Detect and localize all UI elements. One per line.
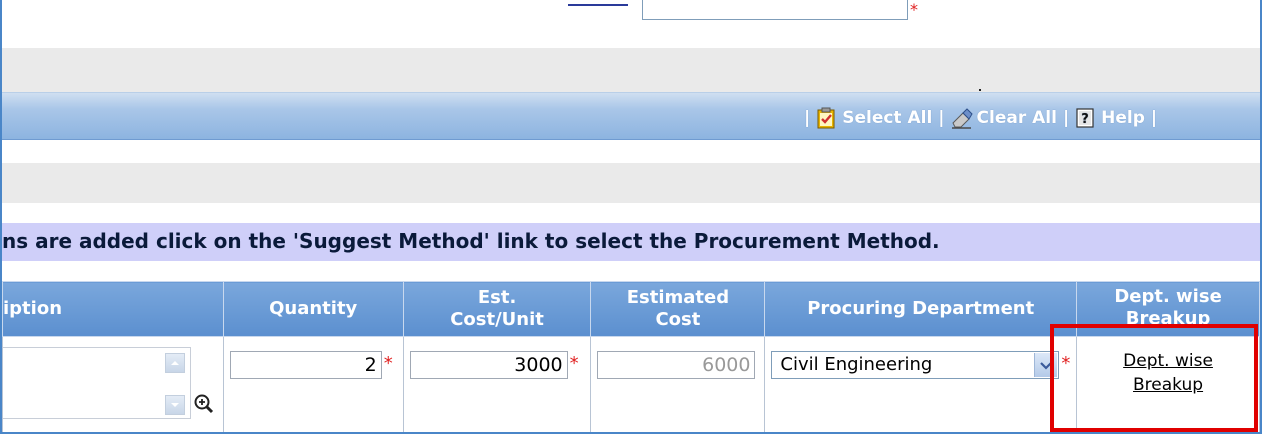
col-header-estimated-cost: Estimated Cost <box>590 281 766 337</box>
quantity-input[interactable]: 2 <box>229 351 382 379</box>
quantity-cell: 2 * <box>222 336 404 432</box>
est-cost-unit-input[interactable]: 3000 <box>409 351 568 379</box>
procuring-department-select[interactable]: Civil Engineering <box>771 351 1060 379</box>
required-marker: * <box>910 0 918 19</box>
scroll-down-button[interactable] <box>165 395 185 415</box>
est-cost-unit-cell: 3000 * <box>402 336 592 432</box>
col-header-est-cost-unit: Est. Cost/Unit <box>402 281 592 337</box>
toolbar-separator: | <box>1062 108 1070 128</box>
toolbar-separator: | <box>938 108 945 128</box>
highlight-box <box>1050 324 1258 432</box>
col-header-description: iption <box>2 281 224 337</box>
estimated-cost-input: 6000 <box>597 351 756 379</box>
top-form-row: * <box>2 0 1260 26</box>
help-link[interactable]: Help <box>1101 108 1145 128</box>
procuring-department-value: Civil Engineering <box>780 354 933 375</box>
zoom-in-icon[interactable] <box>193 393 215 419</box>
instruction-text: ns are added click on the 'Suggest Metho… <box>2 229 940 253</box>
scroll-up-button[interactable] <box>165 353 185 373</box>
svg-text:?: ? <box>1081 112 1089 127</box>
top-label-fragment <box>568 0 628 6</box>
description-cell <box>2 336 224 432</box>
spacer-band <box>2 163 1260 203</box>
col-header-procuring-department: Procuring Department <box>764 281 1078 337</box>
eraser-icon[interactable] <box>951 107 973 129</box>
clipboard-check-icon[interactable] <box>816 107 836 129</box>
estimated-cost-cell: 6000 <box>590 336 766 432</box>
help-icon[interactable]: ? <box>1075 107 1095 129</box>
top-text-input[interactable] <box>642 0 908 20</box>
required-marker: * <box>383 353 393 374</box>
required-marker: * <box>569 353 579 374</box>
select-all-link[interactable]: Select All <box>842 108 932 128</box>
toolbar-actions: | Select All | Clear All | ? Help | <box>798 102 1163 134</box>
description-textarea[interactable] <box>3 347 191 419</box>
toolbar-separator: | <box>1150 108 1158 128</box>
spacer-band <box>2 48 1260 92</box>
stray-dot <box>979 89 981 91</box>
procuring-department-cell: Civil Engineering * <box>764 336 1078 432</box>
instruction-banner: ns are added click on the 'Suggest Metho… <box>2 223 1260 261</box>
clear-all-link[interactable]: Clear All <box>977 108 1057 128</box>
col-header-quantity: Quantity <box>222 281 404 337</box>
toolbar-separator: | <box>804 108 811 128</box>
